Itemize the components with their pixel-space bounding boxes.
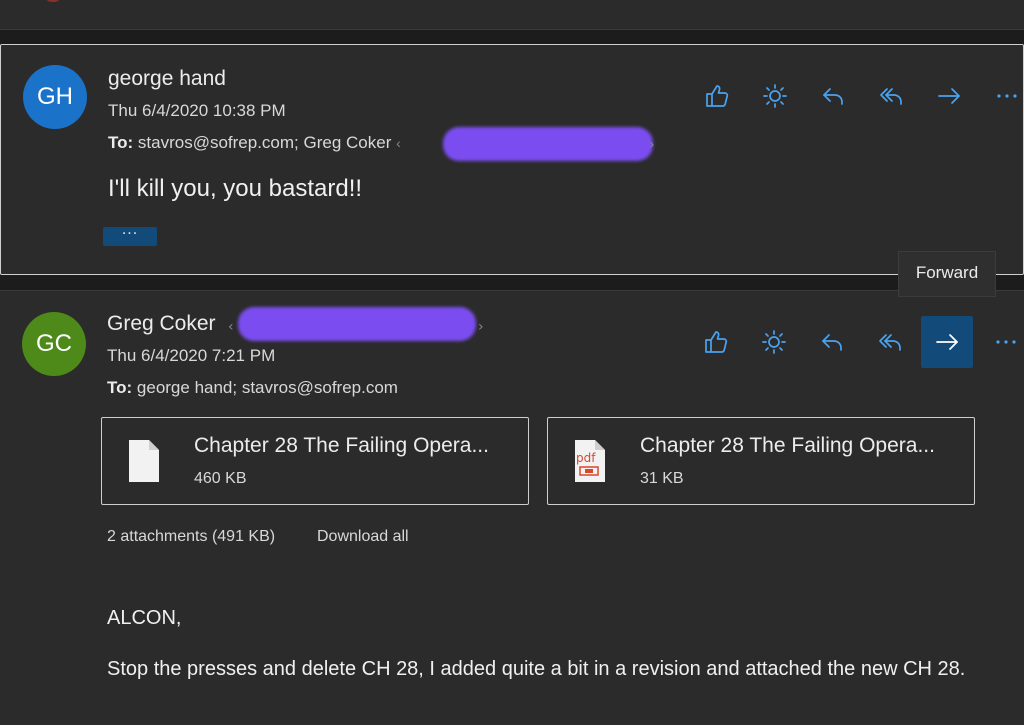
redaction-mark: [443, 127, 653, 161]
message-actions: [690, 316, 1024, 368]
like-button[interactable]: [690, 316, 742, 368]
document-icon: [129, 440, 159, 482]
sent-date: Thu 6/4/2020 10:38 PM: [108, 101, 286, 120]
attachment-size: 31 KB: [640, 470, 684, 487]
sender-name: Greg Coker: [107, 312, 216, 335]
previous-avatar-fragment: [44, 0, 62, 2]
attachment-name: Chapter 28 The Failing Opera...: [640, 434, 935, 457]
message-body: Stop the presses and delete CH 28, I add…: [107, 658, 966, 680]
sun-button[interactable]: [748, 316, 800, 368]
svg-text:pdf: pdf: [576, 451, 596, 465]
attachment-name: Chapter 28 The Failing Opera...: [194, 434, 489, 457]
like-button[interactable]: [691, 70, 743, 122]
thumbs-up-icon: [705, 331, 728, 353]
reply-button[interactable]: [806, 316, 858, 368]
sun-icon: [762, 330, 786, 354]
pdf-icon: pdf: [575, 440, 605, 482]
forward-button[interactable]: [921, 316, 973, 368]
to-label: To:: [108, 133, 134, 152]
sender-name: george hand: [108, 67, 226, 90]
recipients[interactable]: stavros@sofrep.com; Greg Coker: [138, 133, 391, 152]
sun-button[interactable]: [749, 70, 801, 122]
reply-all-icon: [880, 88, 902, 105]
attachment-size: 460 KB: [194, 470, 247, 487]
message-greeting: ALCON,: [107, 607, 182, 629]
reply-all-button[interactable]: [864, 316, 916, 368]
sent-date: Thu 6/4/2020 7:21 PM: [107, 346, 276, 365]
recipients[interactable]: george hand; stavros@sofrep.com: [137, 378, 398, 397]
avatar: GH: [23, 65, 87, 129]
sun-icon: [763, 84, 787, 108]
forward-icon: [938, 88, 960, 104]
more-actions-button[interactable]: [981, 70, 1024, 122]
chevron-left-icon: ‹: [396, 135, 401, 151]
avatar: GC: [22, 312, 86, 376]
chevron-left-icon: ‹: [228, 319, 234, 335]
attachments-summary: 2 attachments (491 KB): [107, 528, 276, 545]
ellipsis-icon: [996, 340, 1016, 344]
recipients-line: To: stavros@sofrep.com; Greg Coker ‹: [108, 133, 401, 153]
chevron-right-icon: ›: [478, 319, 484, 335]
message-card-george-hand[interactable]: GH george hand Thu 6/4/2020 10:38 PM To:…: [0, 44, 1024, 275]
attachment-card[interactable]: pdf Chapter 28 The Failing Opera... 31 K…: [547, 417, 975, 505]
redaction-mark: [238, 307, 476, 341]
attachment-card[interactable]: Chapter 28 The Failing Opera... 460 KB: [101, 417, 529, 505]
to-label: To:: [107, 378, 133, 397]
show-more-button[interactable]: ···: [103, 227, 157, 246]
chevron-right-icon: ›: [649, 137, 655, 153]
reply-button[interactable]: [807, 70, 859, 122]
forward-button[interactable]: [923, 70, 975, 122]
message-card-greg-coker[interactable]: GC Greg Coker ‹ › Thu 6/4/2020 7:21 PM T…: [0, 290, 1024, 725]
download-all-link[interactable]: Download all: [317, 528, 409, 546]
recipients-line: To: george hand; stavros@sofrep.com: [107, 378, 398, 398]
thumbs-up-icon: [706, 85, 729, 107]
previous-message-strip: [0, 0, 1024, 30]
reply-icon: [823, 88, 843, 105]
message-actions: [691, 70, 1024, 122]
message-body: I'll kill you, you bastard!!: [108, 175, 363, 202]
forward-tooltip: Forward: [898, 251, 996, 297]
reply-icon: [822, 334, 842, 351]
reply-all-icon: [879, 334, 901, 351]
more-actions-button[interactable]: [980, 316, 1024, 368]
reply-all-button[interactable]: [865, 70, 917, 122]
forward-icon: [936, 334, 958, 350]
ellipsis-icon: [997, 94, 1017, 98]
